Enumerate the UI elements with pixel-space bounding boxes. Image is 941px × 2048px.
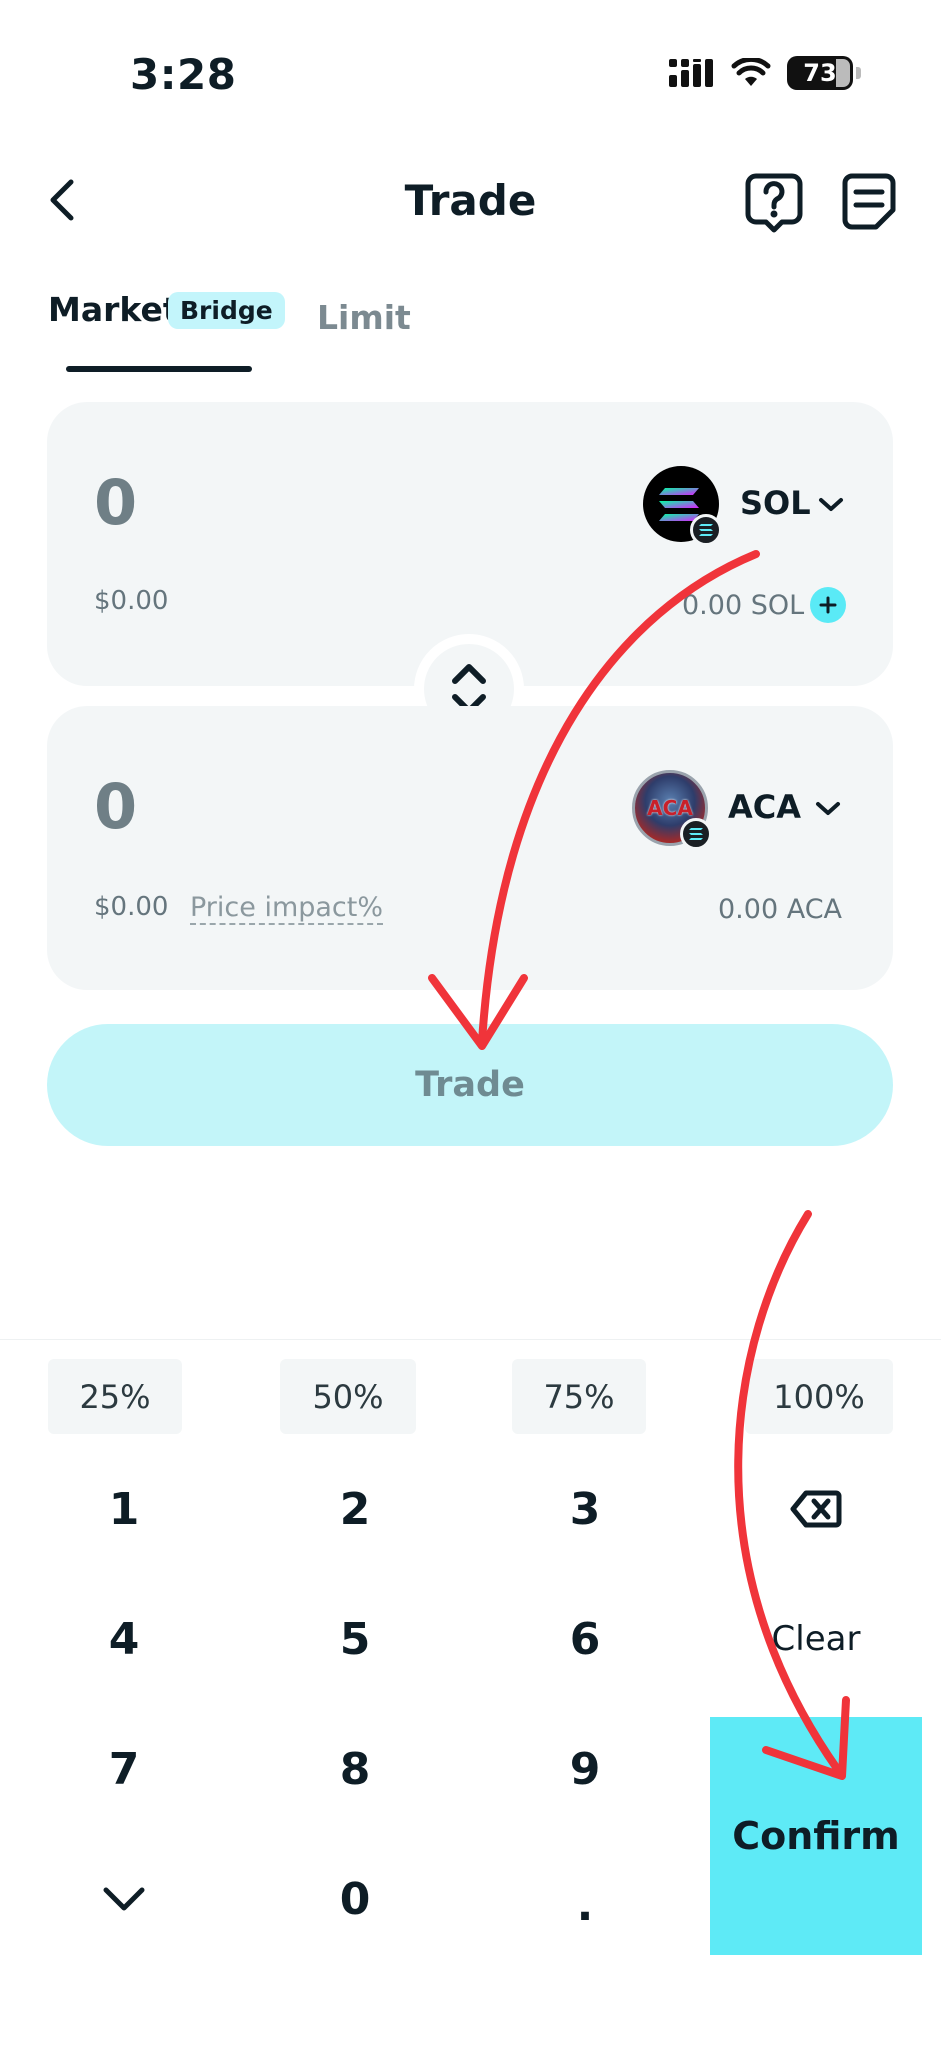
key-3[interactable]: 3 (525, 1464, 645, 1554)
percent-50-button[interactable]: 50% (280, 1359, 416, 1434)
from-token-chevron-down-icon[interactable] (818, 496, 844, 514)
to-usd-value: $0.00 (94, 892, 169, 922)
from-amount-input[interactable]: 0 (94, 466, 137, 539)
help-button[interactable] (744, 170, 804, 234)
chevron-down-icon (103, 1887, 145, 1911)
key-decimal[interactable]: . (525, 1860, 645, 1950)
trade-button[interactable]: Trade (47, 1024, 893, 1146)
to-token-card[interactable] (47, 706, 893, 990)
tab-limit[interactable]: Limit (317, 298, 411, 337)
document-list-icon (842, 173, 896, 230)
to-token-symbol[interactable]: ACA (728, 788, 801, 826)
percent-25-button[interactable]: 25% (48, 1359, 182, 1434)
key-5[interactable]: 5 (295, 1594, 415, 1684)
key-0[interactable]: 0 (295, 1854, 415, 1944)
help-chat-icon (745, 173, 803, 233)
solana-chain-badge-icon (690, 514, 722, 546)
status-icons: 73 (669, 56, 861, 90)
add-funds-button[interactable] (810, 587, 846, 623)
to-token-chevron-down-icon[interactable] (815, 800, 841, 818)
to-amount: 0 (94, 770, 138, 843)
plus-icon (819, 596, 837, 614)
price-impact-link[interactable]: Price impact% (190, 892, 384, 926)
solana-chain-badge-icon (680, 818, 712, 850)
hide-keypad-button[interactable] (64, 1854, 184, 1944)
wifi-icon (731, 58, 771, 86)
backspace-icon (790, 1490, 842, 1528)
backspace-button[interactable] (756, 1464, 876, 1554)
key-4[interactable]: 4 (64, 1594, 184, 1684)
tab-market[interactable]: Market (48, 290, 179, 329)
battery-icon: 73 (787, 56, 853, 90)
key-6[interactable]: 6 (525, 1594, 645, 1684)
bridge-badge: Bridge (168, 292, 285, 329)
key-8[interactable]: 8 (295, 1724, 415, 1814)
cellular-signal-icon (669, 59, 713, 87)
confirm-button[interactable]: Confirm (710, 1717, 922, 1955)
to-balance: 0.00 ACA (718, 894, 843, 925)
percent-75-button[interactable]: 75% (512, 1359, 646, 1434)
orders-button[interactable] (840, 170, 898, 232)
battery-tip (856, 67, 861, 79)
clear-button[interactable]: Clear (716, 1594, 916, 1684)
from-usd-value: $0.00 (94, 586, 169, 616)
percent-100-button[interactable]: 100% (745, 1359, 893, 1434)
status-time: 3:28 (130, 50, 237, 99)
keypad-divider (0, 1339, 941, 1340)
from-token-symbol[interactable]: SOL (740, 484, 811, 522)
from-balance: 0.00 SOL (682, 590, 805, 621)
key-9[interactable]: 9 (525, 1724, 645, 1814)
key-2[interactable]: 2 (295, 1464, 415, 1554)
battery-level: 73 (803, 59, 837, 87)
key-1[interactable]: 1 (64, 1464, 184, 1554)
active-tab-indicator (66, 366, 252, 372)
key-7[interactable]: 7 (64, 1724, 184, 1814)
